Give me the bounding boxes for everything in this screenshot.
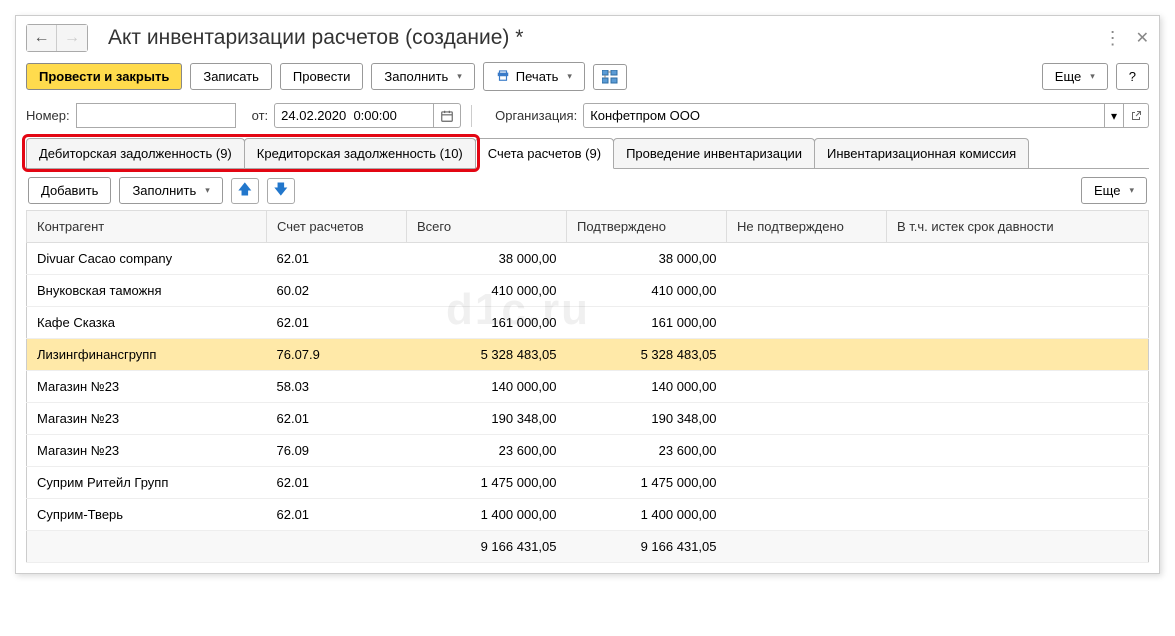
chevron-down-icon: ▾ <box>205 185 210 196</box>
post-button[interactable]: Провести <box>280 63 364 90</box>
calendar-button[interactable] <box>434 103 461 128</box>
tabs: Дебиторская задолженность (9)Кредиторска… <box>26 138 1149 169</box>
date-label: от: <box>252 108 269 123</box>
org-input[interactable] <box>583 103 1105 128</box>
tab-fill-button[interactable]: Заполнить▾ <box>119 177 222 204</box>
col-account[interactable]: Счет расчетов <box>267 211 407 243</box>
nav-back-button[interactable]: ← <box>27 25 57 51</box>
table-row[interactable]: Магазин №2376.0923 600,0023 600,00 <box>27 435 1149 467</box>
org-open-button[interactable] <box>1124 103 1149 128</box>
page-title: Акт инвентаризации расчетов (создание) * <box>108 26 1104 50</box>
table-row[interactable]: Магазин №2358.03140 000,00140 000,00 <box>27 371 1149 403</box>
table-row[interactable]: Внуковская таможня60.02410 000,00410 000… <box>27 275 1149 307</box>
col-contractor[interactable]: Контрагент <box>27 211 267 243</box>
main-toolbar: Провести и закрыть Записать Провести Зап… <box>26 62 1149 91</box>
date-input[interactable] <box>274 103 434 128</box>
tab-0[interactable]: Дебиторская задолженность (9) <box>26 138 245 168</box>
structure-button[interactable] <box>593 64 627 90</box>
post-and-close-button[interactable]: Провести и закрыть <box>26 63 182 90</box>
close-icon[interactable]: ✕ <box>1136 28 1149 48</box>
table-row[interactable]: Суприм Ритейл Групп62.011 475 000,001 47… <box>27 467 1149 499</box>
nav-forward-button[interactable]: → <box>57 25 87 51</box>
table-footer-row: 9 166 431,05 9 166 431,05 <box>27 531 1149 563</box>
col-expired[interactable]: В т.ч. истек срок давности <box>887 211 1149 243</box>
nav-buttons: ← → <box>26 24 88 52</box>
org-dropdown-button[interactable]: ▾ <box>1105 103 1124 128</box>
title-bar: ← → Акт инвентаризации расчетов (создани… <box>26 24 1149 52</box>
col-confirmed[interactable]: Подтверждено <box>567 211 727 243</box>
move-down-button[interactable]: 🡇 <box>267 178 295 204</box>
number-label: Номер: <box>26 108 70 123</box>
arrow-down-icon: 🡇 <box>274 179 288 203</box>
tab-2[interactable]: Счета расчетов (9) <box>475 138 614 169</box>
arrow-up-icon: 🡅 <box>238 179 252 203</box>
footer-total: 9 166 431,05 <box>407 531 567 563</box>
col-unconfirmed[interactable]: Не подтверждено <box>727 211 887 243</box>
add-button[interactable]: Добавить <box>28 177 111 204</box>
window: ← → Акт инвентаризации расчетов (создани… <box>15 15 1160 574</box>
print-button[interactable]: Печать▾ <box>483 62 585 91</box>
fill-button[interactable]: Заполнить▾ <box>371 63 474 90</box>
write-button[interactable]: Записать <box>190 63 272 90</box>
calendar-icon <box>440 109 454 123</box>
move-up-button[interactable]: 🡅 <box>231 178 259 204</box>
form-row: Номер: от: Организация: ▾ <box>26 103 1149 128</box>
table-row[interactable]: Кафе Сказка62.01161 000,00161 000,00 <box>27 307 1149 339</box>
tab-more-button[interactable]: Еще▾ <box>1081 177 1147 204</box>
help-button[interactable]: ? <box>1116 63 1149 90</box>
chevron-down-icon: ▾ <box>567 71 572 82</box>
data-table: Контрагент Счет расчетов Всего Подтвержд… <box>26 210 1149 563</box>
footer-confirmed: 9 166 431,05 <box>567 531 727 563</box>
number-input[interactable] <box>76 103 236 128</box>
tab-4[interactable]: Инвентаризационная комиссия <box>814 138 1029 168</box>
table-row[interactable]: Суприм-Тверь62.011 400 000,001 400 000,0… <box>27 499 1149 531</box>
chevron-down-icon: ▾ <box>1129 185 1134 196</box>
table-row[interactable]: Divuar Cacao company62.0138 000,0038 000… <box>27 243 1149 275</box>
more-button[interactable]: Еще▾ <box>1042 63 1108 90</box>
kebab-menu-icon[interactable]: ⋮ <box>1104 28 1122 49</box>
chevron-down-icon: ▾ <box>1090 71 1095 82</box>
tab-toolbar: Добавить Заполнить▾ 🡅 🡇 Еще▾ <box>26 177 1149 204</box>
table-row[interactable]: Лизингфинансгрупп76.07.95 328 483,055 32… <box>27 339 1149 371</box>
table-row[interactable]: Магазин №2362.01190 348,00190 348,00 <box>27 403 1149 435</box>
open-icon <box>1130 110 1142 122</box>
org-label: Организация: <box>495 108 577 123</box>
tab-3[interactable]: Проведение инвентаризации <box>613 138 815 168</box>
tab-1[interactable]: Кредиторская задолженность (10) <box>244 138 476 168</box>
table-header-row: Контрагент Счет расчетов Всего Подтвержд… <box>27 211 1149 243</box>
col-total[interactable]: Всего <box>407 211 567 243</box>
chevron-down-icon: ▾ <box>457 71 462 82</box>
structure-icon <box>602 70 618 84</box>
printer-icon <box>496 68 510 85</box>
